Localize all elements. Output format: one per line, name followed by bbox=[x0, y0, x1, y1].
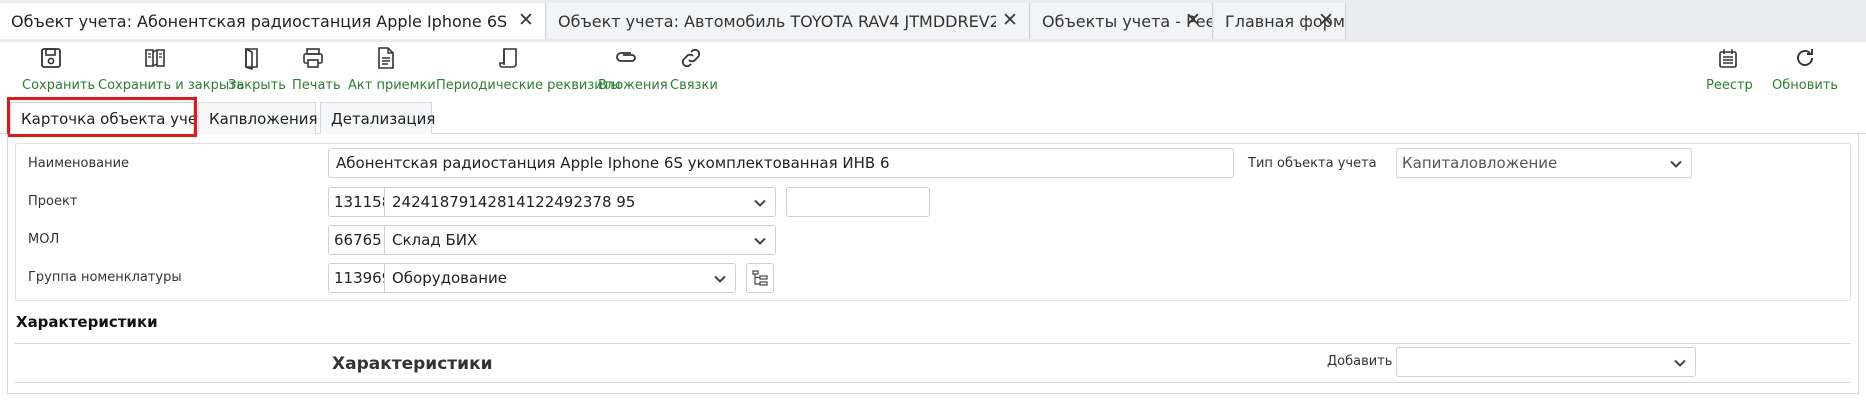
attachments-button[interactable]: Вложения bbox=[598, 46, 668, 93]
tab-label: Карточка объекта учета bbox=[21, 109, 216, 128]
characteristics-table-title: Характеристики bbox=[332, 354, 493, 374]
nomenclature-group-value: Оборудование bbox=[392, 269, 507, 287]
name-field[interactable]: Абонентская радиостанция Apple Iphone 6S… bbox=[328, 148, 1234, 178]
chevron-down-icon bbox=[754, 237, 766, 245]
save-and-close-label: Сохранить и закрыть bbox=[98, 78, 245, 93]
add-characteristic-select[interactable] bbox=[1396, 347, 1696, 377]
window-tab-toyota-object[interactable]: Объект учета: Автомобиль TOYOTA RAV4 JTM… bbox=[547, 3, 1030, 39]
tab-object-card[interactable]: Карточка объекта учета bbox=[10, 102, 215, 134]
window-tab-bar: Объект учета: Абонентская радиостанция A… bbox=[0, 0, 1866, 42]
add-characteristic-value bbox=[1397, 348, 1669, 376]
save-and-close-button[interactable]: Сохранить и закрыть bbox=[98, 46, 245, 93]
close-button[interactable]: Закрыть bbox=[228, 46, 286, 93]
floppy-disk-icon bbox=[41, 48, 61, 68]
tab-details[interactable]: Детализация bbox=[320, 102, 436, 134]
window-tab-label: Объект учета: Автомобиль TOYOTA RAV4 JTM… bbox=[558, 11, 996, 31]
paperclip-icon bbox=[616, 52, 636, 62]
mol-label: МОЛ bbox=[28, 232, 60, 247]
project-select[interactable]: 131158 24241879142814122492378 95 bbox=[328, 187, 776, 217]
print-label: Печать bbox=[292, 78, 341, 93]
project-label: Проект bbox=[28, 194, 78, 209]
window-tab-label: Объект учета: Абонентская радиостанция A… bbox=[11, 11, 511, 31]
links-button[interactable]: Связки bbox=[670, 46, 718, 93]
scroll-icon bbox=[499, 48, 517, 68]
nomenclature-group-select[interactable]: 113969 Оборудование bbox=[328, 263, 736, 293]
tab-label: Капвложения bbox=[209, 109, 318, 128]
chevron-down-icon bbox=[1670, 160, 1682, 168]
close-label: Закрыть bbox=[228, 78, 286, 93]
add-label: Добавить bbox=[1327, 354, 1393, 369]
divider bbox=[15, 343, 1851, 344]
window-tab-main-form[interactable]: Главная форма ✕ bbox=[1214, 3, 1346, 39]
close-icon[interactable]: ✕ bbox=[1001, 11, 1019, 30]
print-button[interactable]: Печать bbox=[292, 46, 341, 93]
characteristics-section-title: Характеристики bbox=[16, 313, 158, 331]
acceptance-act-label: Акт приемки bbox=[348, 78, 436, 93]
attachments-label: Вложения bbox=[598, 78, 668, 93]
refresh-button[interactable]: Обновить bbox=[1772, 46, 1839, 93]
chevron-down-icon bbox=[1674, 359, 1686, 367]
mol-select[interactable]: 66765 Склад БИХ bbox=[328, 225, 776, 255]
close-icon[interactable]: ✕ bbox=[517, 11, 535, 30]
tree-icon bbox=[752, 270, 768, 286]
close-icon[interactable]: ✕ bbox=[1184, 11, 1202, 30]
name-label: Наименование bbox=[28, 156, 130, 171]
close-icon[interactable]: ✕ bbox=[1317, 11, 1335, 30]
document-icon bbox=[378, 47, 394, 69]
project-value: 24241879142814122492378 95 bbox=[392, 193, 636, 211]
book-open-icon bbox=[145, 49, 165, 67]
toolbar: Сохранить Сохранить и закрыть Закрыть Пе… bbox=[0, 42, 1866, 94]
content-tab-bar: Карточка объекта учета Капвложения Детал… bbox=[0, 100, 1866, 134]
project-extra-field[interactable] bbox=[786, 187, 930, 217]
window-tab-current-object[interactable]: Объект учета: Абонентская радиостанция A… bbox=[0, 3, 546, 39]
save-button[interactable]: Сохранить bbox=[22, 46, 96, 93]
object-type-select[interactable]: Капиталовложение bbox=[1396, 148, 1692, 178]
periodic-attributes-button[interactable]: Периодические реквизиты bbox=[436, 46, 621, 93]
printer-icon bbox=[303, 48, 323, 68]
link-icon bbox=[681, 48, 701, 68]
nomenclature-group-code: 113969 bbox=[329, 264, 385, 292]
divider bbox=[15, 382, 1851, 383]
tree-select-button[interactable] bbox=[746, 263, 774, 293]
tab-label: Детализация bbox=[331, 109, 436, 128]
window-tab-registry[interactable]: Объекты учета - Реестр ✕ bbox=[1031, 3, 1213, 39]
mol-code: 66765 bbox=[329, 226, 385, 254]
tab-capital-investments[interactable]: Капвложения bbox=[198, 102, 318, 134]
registry-list-icon bbox=[1719, 49, 1737, 68]
links-label: Связки bbox=[670, 78, 718, 93]
chevron-down-icon bbox=[754, 199, 766, 207]
object-type-label: Тип объекта учета bbox=[1248, 156, 1377, 171]
mol-value: Склад БИХ bbox=[392, 231, 478, 249]
refresh-icon bbox=[1797, 49, 1813, 66]
registry-label: Реестр bbox=[1706, 78, 1753, 93]
save-label: Сохранить bbox=[22, 78, 96, 93]
acceptance-act-button[interactable]: Акт приемки bbox=[348, 46, 436, 93]
periodic-attributes-label: Периодические реквизиты bbox=[436, 78, 621, 93]
registry-button[interactable]: Реестр bbox=[1706, 46, 1753, 93]
object-type-value: Капиталовложение bbox=[1402, 154, 1558, 172]
chevron-down-icon bbox=[714, 275, 726, 283]
refresh-label: Обновить bbox=[1772, 78, 1839, 93]
door-icon bbox=[245, 47, 258, 70]
nomenclature-group-label: Группа номенклатуры bbox=[28, 270, 182, 285]
project-code: 131158 bbox=[329, 188, 385, 216]
